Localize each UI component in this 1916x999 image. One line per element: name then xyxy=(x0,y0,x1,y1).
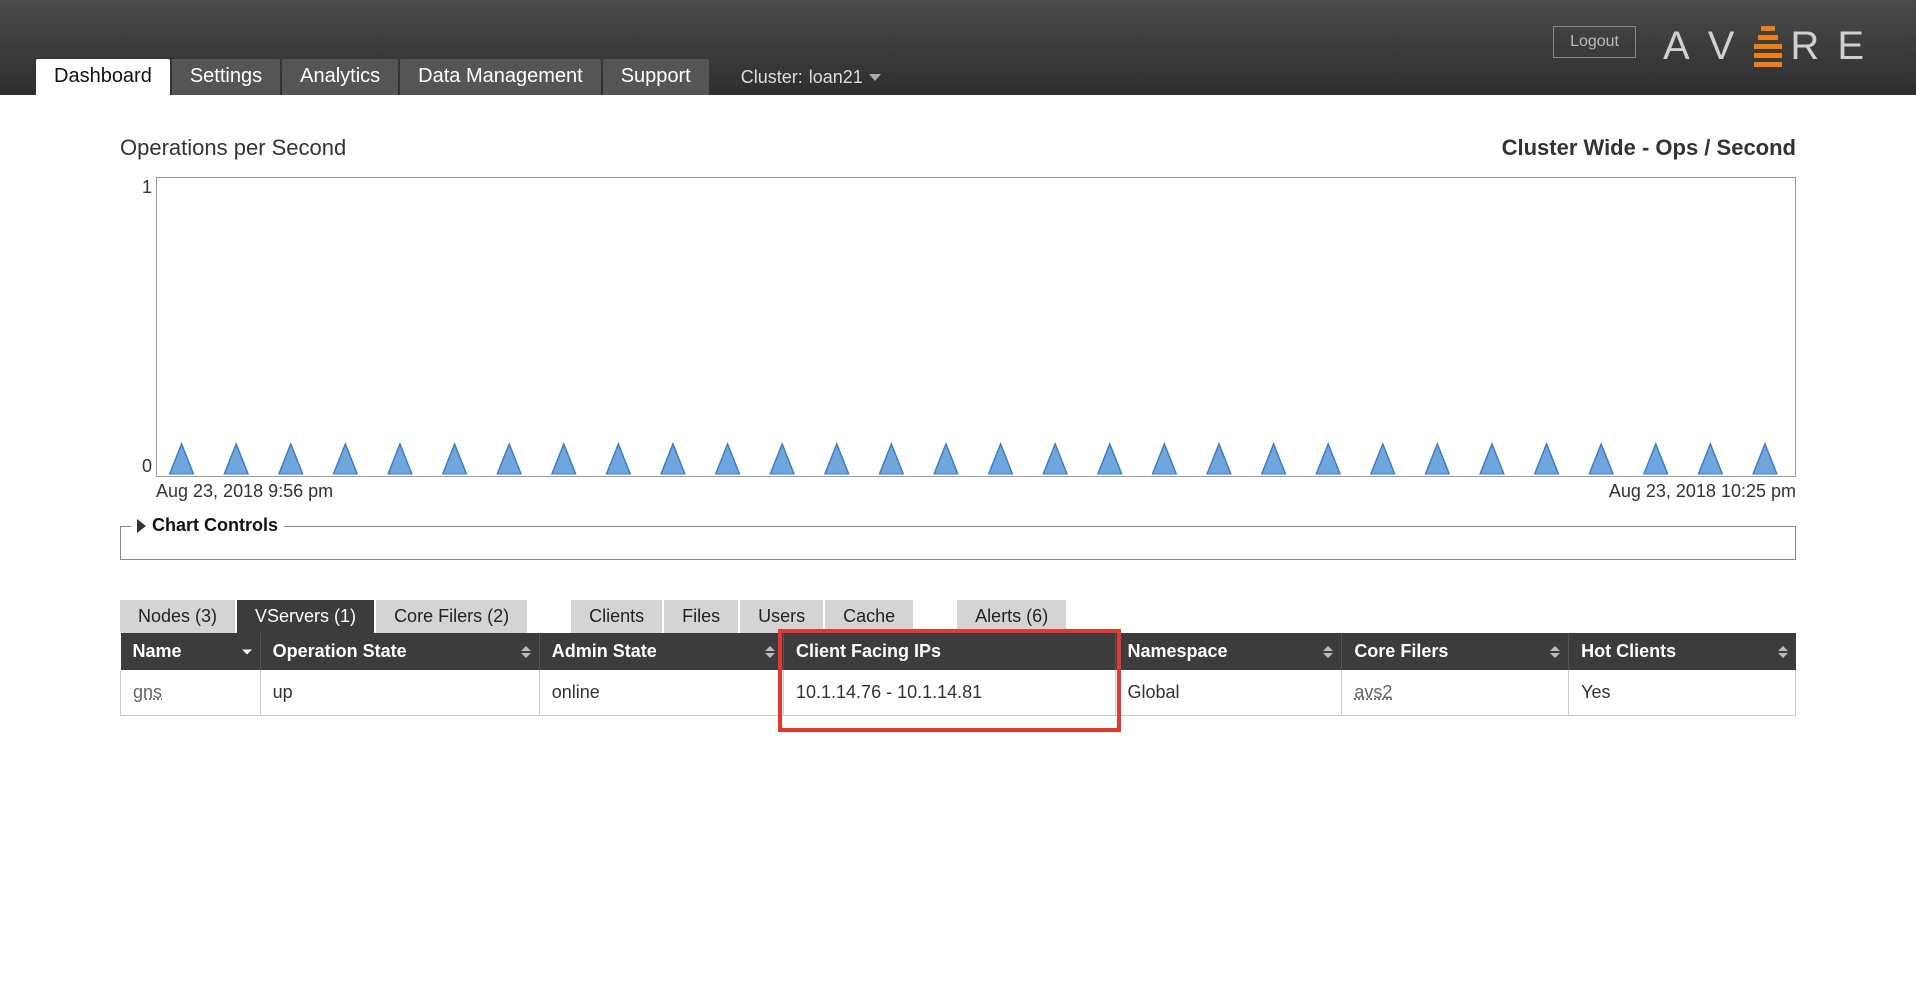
tab-settings[interactable]: Settings xyxy=(172,59,280,95)
tab-vservers[interactable]: VServers (1) xyxy=(237,600,374,633)
app-header: Logout A V R E Dashboard Settings Analyt… xyxy=(0,0,1916,95)
expand-right-icon xyxy=(137,519,146,533)
main-nav-tabs: Dashboard Settings Analytics Data Manage… xyxy=(36,61,881,95)
cell-name: gns xyxy=(121,670,261,716)
cell-admin-state: online xyxy=(539,670,783,716)
col-operation-state[interactable]: Operation State xyxy=(260,633,539,670)
col-namespace[interactable]: Namespace xyxy=(1115,633,1342,670)
col-name[interactable]: Name xyxy=(121,633,261,670)
vservers-table: Name Operation State Admin State Client … xyxy=(120,633,1796,716)
cell-namespace: Global xyxy=(1115,670,1342,716)
col-admin-state[interactable]: Admin State xyxy=(539,633,783,670)
vserver-link[interactable]: gns xyxy=(133,682,162,702)
logout-button[interactable]: Logout xyxy=(1553,26,1636,58)
detail-tabs: Nodes (3) VServers (1) Core Filers (2) C… xyxy=(120,600,1796,633)
cell-operation-state: up xyxy=(260,670,539,716)
chevron-down-icon xyxy=(869,74,881,81)
table-row: gns up online 10.1.14.76 - 10.1.14.81 Gl… xyxy=(121,670,1796,716)
tab-core-filers[interactable]: Core Filers (2) xyxy=(376,600,527,633)
sort-icon xyxy=(521,646,531,658)
sort-icon xyxy=(765,646,775,658)
core-filer-link[interactable]: avs2 xyxy=(1354,682,1392,702)
x-start-label: Aug 23, 2018 9:56 pm xyxy=(156,481,333,502)
sort-icon xyxy=(1778,646,1788,658)
cluster-name: loan21 xyxy=(809,67,863,88)
tab-alerts[interactable]: Alerts (6) xyxy=(957,600,1066,633)
logo-e-icon xyxy=(1754,26,1782,67)
avere-logo: A V R E xyxy=(1663,24,1876,69)
sort-icon xyxy=(1323,646,1333,658)
chart-subtitle: Cluster Wide - Ops / Second xyxy=(1502,135,1796,161)
tab-cache[interactable]: Cache xyxy=(825,600,913,633)
chart-controls-toggle[interactable]: Chart Controls xyxy=(131,515,284,536)
tab-files[interactable]: Files xyxy=(664,600,738,633)
sort-icon xyxy=(242,649,252,654)
cell-hot-clients: Yes xyxy=(1569,670,1796,716)
chart-header: Operations per Second Cluster Wide - Ops… xyxy=(120,135,1796,161)
tab-data-management[interactable]: Data Management xyxy=(400,59,601,95)
col-hot-clients[interactable]: Hot Clients xyxy=(1569,633,1796,670)
x-end-label: Aug 23, 2018 10:25 pm xyxy=(1609,481,1796,502)
tab-dashboard[interactable]: Dashboard xyxy=(36,59,170,95)
col-client-facing-ips[interactable]: Client Facing IPs xyxy=(784,633,1116,670)
y-min-label: 0 xyxy=(142,456,152,477)
chart-controls-label: Chart Controls xyxy=(152,515,278,536)
tab-analytics[interactable]: Analytics xyxy=(282,59,398,95)
cluster-selector[interactable]: Cluster: loan21 xyxy=(741,67,881,95)
chart-plot[interactable] xyxy=(156,177,1796,477)
col-core-filers[interactable]: Core Filers xyxy=(1342,633,1569,670)
tab-clients[interactable]: Clients xyxy=(571,600,662,633)
sort-icon xyxy=(1550,646,1560,658)
cell-core-filers: avs2 xyxy=(1342,670,1569,716)
y-max-label: 1 xyxy=(142,177,152,198)
chart-y-axis: 1 0 xyxy=(134,177,152,477)
chart-controls-panel: Chart Controls xyxy=(120,526,1796,560)
chart-x-axis: Aug 23, 2018 9:56 pm Aug 23, 2018 10:25 … xyxy=(156,481,1796,502)
cluster-prefix: Cluster: xyxy=(741,67,803,88)
tab-nodes[interactable]: Nodes (3) xyxy=(120,600,235,633)
chart-title: Operations per Second xyxy=(120,135,346,161)
chart-area: 1 0 Aug 23, 2018 9:56 pm Aug 23, 2018 10… xyxy=(156,177,1796,502)
cell-client-facing-ips: 10.1.14.76 - 10.1.14.81 xyxy=(784,670,1116,716)
tab-support[interactable]: Support xyxy=(603,59,709,95)
tab-users[interactable]: Users xyxy=(740,600,823,633)
